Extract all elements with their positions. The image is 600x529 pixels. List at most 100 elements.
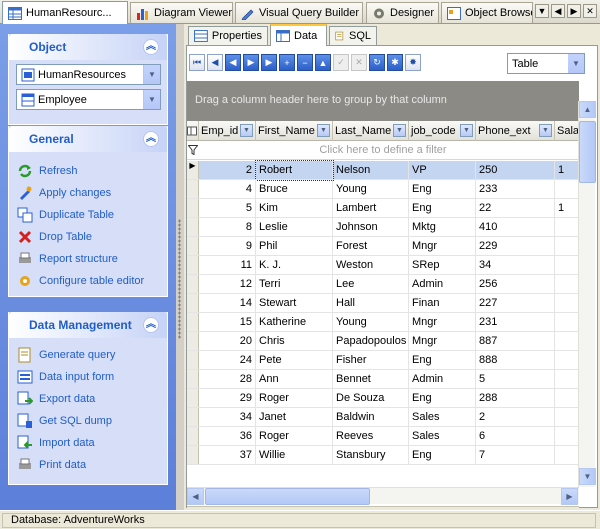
scroll-left-icon[interactable]: ◀ bbox=[187, 488, 204, 505]
grid-cell[interactable]: Mngr bbox=[409, 313, 476, 332]
grid-cell[interactable] bbox=[555, 427, 579, 446]
row-indicator[interactable] bbox=[187, 180, 199, 198]
grid-cell[interactable]: Pete bbox=[256, 351, 333, 370]
grid-cell[interactable]: Young bbox=[333, 180, 409, 199]
scroll-down-icon[interactable]: ▼ bbox=[579, 468, 596, 485]
filter-dropdown-icon[interactable]: ▼ bbox=[539, 124, 552, 137]
row-indicator[interactable] bbox=[187, 199, 199, 217]
grid-cell[interactable]: Bruce bbox=[256, 180, 333, 199]
row-indicator[interactable] bbox=[187, 446, 199, 464]
prev-record-icon[interactable]: ◀ bbox=[225, 54, 241, 71]
tab-data[interactable]: Data bbox=[270, 24, 327, 46]
tab-dropdown-icon[interactable]: ▼ bbox=[535, 4, 549, 18]
group-by-panel[interactable]: Drag a column header here to group by th… bbox=[187, 81, 579, 121]
column-header-phone-ext[interactable]: Phone_ext ▼ bbox=[476, 121, 555, 141]
grid-cell[interactable]: 2 bbox=[476, 408, 555, 427]
grid-cell[interactable]: Forest bbox=[333, 237, 409, 256]
grid-cell[interactable]: Willie bbox=[256, 446, 333, 465]
delete-record-icon[interactable]: − bbox=[297, 54, 313, 71]
row-indicator[interactable] bbox=[187, 332, 199, 350]
collapse-icon[interactable]: ︽ bbox=[143, 131, 159, 147]
grid-cell[interactable]: Katherine bbox=[256, 313, 333, 332]
grid-cell[interactable]: Terri bbox=[256, 275, 333, 294]
grid-cell[interactable]: Mngr bbox=[409, 332, 476, 351]
grid-cell[interactable]: Johnson bbox=[333, 218, 409, 237]
data-management-group-header[interactable]: Data Management ︽ bbox=[9, 312, 167, 338]
insert-icon[interactable]: + bbox=[279, 54, 295, 71]
grid-cell[interactable]: Ann bbox=[256, 370, 333, 389]
grid-cell[interactable]: VP bbox=[409, 161, 476, 180]
report-structure-link[interactable]: Report structure bbox=[17, 251, 118, 267]
grid-cell[interactable] bbox=[555, 237, 579, 256]
grid-cell[interactable]: 250 bbox=[476, 161, 555, 180]
row-indicator[interactable] bbox=[187, 275, 199, 293]
scroll-up-icon[interactable]: ▲ bbox=[579, 101, 596, 118]
grid-cell[interactable] bbox=[555, 351, 579, 370]
grid-cell[interactable]: 1 bbox=[555, 161, 579, 180]
apply-changes-link[interactable]: Apply changes bbox=[17, 185, 111, 201]
row-indicator[interactable] bbox=[187, 313, 199, 331]
grid-cell[interactable]: 12 bbox=[199, 275, 256, 294]
filter-dropdown-icon[interactable]: ▼ bbox=[317, 124, 330, 137]
grid-cell[interactable] bbox=[555, 294, 579, 313]
grid-cell[interactable]: 256 bbox=[476, 275, 555, 294]
row-indicator[interactable] bbox=[187, 237, 199, 255]
get-sql-dump-link[interactable]: Get SQL dump bbox=[17, 413, 112, 429]
grid-cell[interactable]: 9 bbox=[199, 237, 256, 256]
filter-dropdown-icon[interactable]: ▼ bbox=[393, 124, 406, 137]
grid-cell[interactable]: 233 bbox=[476, 180, 555, 199]
object-group-header[interactable]: Object ︽ bbox=[9, 34, 167, 60]
data-input-form-link[interactable]: Data input form bbox=[17, 369, 114, 385]
next-record-icon[interactable]: ▶ bbox=[243, 54, 259, 71]
grid-cell[interactable]: 1 bbox=[555, 199, 579, 218]
horizontal-scrollbar[interactable]: ◀ ▶ bbox=[187, 487, 579, 505]
print-data-link[interactable]: Print data bbox=[17, 457, 86, 473]
table-row[interactable]: 8 Leslie Johnson Mktg 410 bbox=[187, 218, 579, 237]
first-record-icon[interactable]: ⏮ bbox=[189, 54, 205, 71]
grid-cell[interactable]: Eng bbox=[409, 446, 476, 465]
table-row[interactable]: 28 Ann Bennet Admin 5 bbox=[187, 370, 579, 389]
chevron-down-icon[interactable]: ▼ bbox=[143, 90, 160, 109]
grid-cell[interactable] bbox=[555, 370, 579, 389]
vertical-scroll-thumb[interactable] bbox=[579, 121, 596, 183]
grid-cell[interactable]: 7 bbox=[476, 446, 555, 465]
grid-cell[interactable]: Reeves bbox=[333, 427, 409, 446]
chevron-down-icon[interactable]: ▼ bbox=[143, 65, 160, 84]
grid-cell[interactable]: SRep bbox=[409, 256, 476, 275]
grid-cell[interactable]: Mngr bbox=[409, 237, 476, 256]
grid-cell[interactable]: Roger bbox=[256, 427, 333, 446]
table-row[interactable]: 12 Terri Lee Admin 256 bbox=[187, 275, 579, 294]
tab-designer[interactable]: Designer bbox=[366, 2, 439, 23]
row-indicator[interactable] bbox=[187, 256, 199, 274]
grid-cell[interactable]: Chris bbox=[256, 332, 333, 351]
grid-cell[interactable] bbox=[555, 408, 579, 427]
column-header-emp-id[interactable]: Emp_id ▼ bbox=[199, 121, 256, 141]
scroll-left-icon[interactable]: ◀ bbox=[551, 4, 565, 18]
column-header-salary[interactable]: Sala bbox=[555, 121, 579, 141]
scroll-right-icon[interactable]: ▶ bbox=[567, 4, 581, 18]
grid-cell[interactable]: 229 bbox=[476, 237, 555, 256]
grid-cell[interactable]: Sales bbox=[409, 408, 476, 427]
grid-cell[interactable]: Kim bbox=[256, 199, 333, 218]
grid-cell[interactable]: 410 bbox=[476, 218, 555, 237]
grid-cell[interactable]: Roger bbox=[256, 389, 333, 408]
grid-cell[interactable]: 4 bbox=[199, 180, 256, 199]
vertical-scrollbar[interactable]: ▲ ▼ bbox=[578, 101, 596, 487]
grid-cell[interactable]: 14 bbox=[199, 294, 256, 313]
filter-row[interactable]: Click here to define a filter bbox=[187, 141, 579, 160]
grid-cell[interactable] bbox=[555, 218, 579, 237]
grid-cell[interactable]: 15 bbox=[199, 313, 256, 332]
tab-diagram-viewer[interactable]: Diagram Viewer bbox=[130, 2, 233, 23]
filter-dropdown-icon[interactable]: ▼ bbox=[460, 124, 473, 137]
grid-cell[interactable]: 29 bbox=[199, 389, 256, 408]
grid-cell[interactable] bbox=[555, 256, 579, 275]
grid-cell[interactable]: 24 bbox=[199, 351, 256, 370]
grid-cell[interactable]: Mktg bbox=[409, 218, 476, 237]
grid-cell[interactable]: 227 bbox=[476, 294, 555, 313]
cancel-icon[interactable]: ✕ bbox=[351, 54, 367, 71]
export-data-link[interactable]: Export data bbox=[17, 391, 95, 407]
table-row[interactable]: ▶ 2 Robert Nelson VP 250 1 bbox=[187, 160, 579, 181]
grid-cell[interactable]: Admin bbox=[409, 275, 476, 294]
edit-icon[interactable]: ▲ bbox=[315, 54, 331, 71]
column-header-last-name[interactable]: Last_Name ▼ bbox=[333, 121, 409, 141]
